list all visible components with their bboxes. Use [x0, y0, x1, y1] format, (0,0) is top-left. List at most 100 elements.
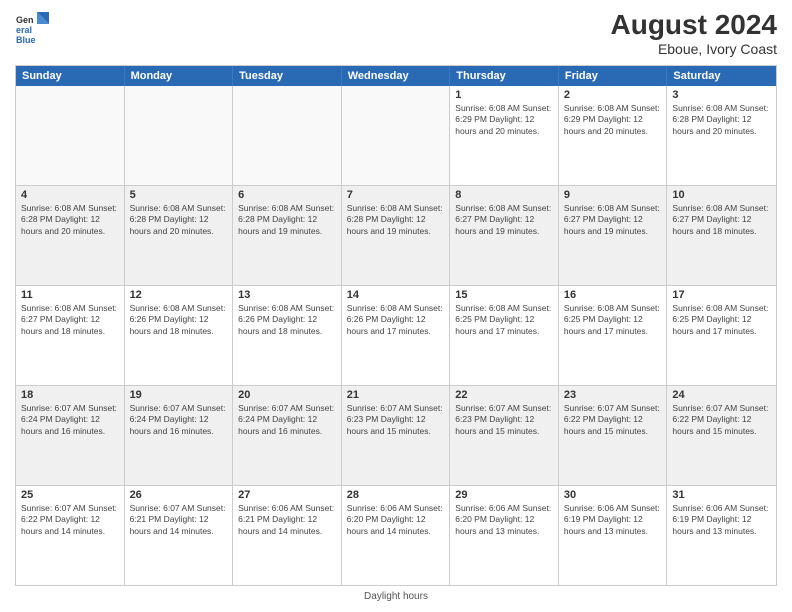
svg-text:eral: eral: [16, 25, 32, 35]
day-detail-22: Sunrise: 6:07 AM Sunset: 6:23 PM Dayligh…: [455, 403, 553, 437]
day-cell-16: 16 Sunrise: 6:08 AM Sunset: 6:25 PM Dayli…: [559, 286, 668, 385]
day-number-14: 14: [347, 289, 445, 301]
day-cell-1: 1Sunrise: 6:08 AM Sunset: 6:29 PM Daylig…: [450, 86, 559, 185]
day-cell-2: 2 Sunrise: 6:08 AM Sunset: 6:29 PM Daylig…: [559, 86, 668, 185]
day-number-13: 13: [238, 289, 336, 301]
day-number-8: 8: [455, 189, 553, 201]
day-number-20: 20: [238, 389, 336, 401]
day-detail-7: Sunrise: 6:08 AM Sunset: 6:28 PM Dayligh…: [347, 203, 445, 237]
subtitle: Eboue, Ivory Coast: [611, 41, 778, 57]
day-cell-18: 18Sunrise: 6:07 AM Sunset: 6:24 PM Dayli…: [16, 386, 125, 485]
day-number-21: 21: [347, 389, 445, 401]
day-detail-11: Sunrise: 6:08 AM Sunset: 6:27 PM Dayligh…: [21, 303, 119, 337]
month-title: August 2024: [611, 10, 778, 41]
day-number-26: 26: [130, 489, 228, 501]
calendar-body: 1Sunrise: 6:08 AM Sunset: 6:29 PM Daylig…: [16, 86, 776, 585]
day-cell-8: 8Sunrise: 6:08 AM Sunset: 6:27 PM Daylig…: [450, 186, 559, 285]
day-cell-25: 25 Sunrise: 6:07 AM Sunset: 6:22 PM Dayli…: [16, 486, 125, 585]
logo-icon: Gen eral Blue: [15, 10, 51, 46]
day-cell-4: 4 Sunrise: 6:08 AM Sunset: 6:28 PM Daylig…: [16, 186, 125, 285]
day-detail-17: Sunrise: 6:08 AM Sunset: 6:25 PM Dayligh…: [672, 303, 771, 337]
day-cell-7: 7 Sunrise: 6:08 AM Sunset: 6:28 PM Daylig…: [342, 186, 451, 285]
day-cell-6: 6 Sunrise: 6:08 AM Sunset: 6:28 PM Daylig…: [233, 186, 342, 285]
header: Gen eral Blue August 2024 Eboue, Ivory C…: [15, 10, 777, 57]
day-number-16: 16: [564, 289, 662, 301]
day-number-31: 31: [672, 489, 771, 501]
week-row-1: 1Sunrise: 6:08 AM Sunset: 6:29 PM Daylig…: [16, 86, 776, 186]
day-cell-11: 11 Sunrise: 6:08 AM Sunset: 6:27 PM Dayli…: [16, 286, 125, 385]
day-number-5: 5: [130, 189, 228, 201]
day-number-18: 18: [21, 389, 119, 401]
day-cell-17: 17Sunrise: 6:08 AM Sunset: 6:25 PM Dayli…: [667, 286, 776, 385]
day-cell-21: 21Sunrise: 6:07 AM Sunset: 6:23 PM Dayli…: [342, 386, 451, 485]
day-number-19: 19: [130, 389, 228, 401]
day-cell-20: 20 Sunrise: 6:07 AM Sunset: 6:24 PM Dayli…: [233, 386, 342, 485]
day-detail-2: Sunrise: 6:08 AM Sunset: 6:29 PM Dayligh…: [564, 103, 662, 137]
day-detail-1: Sunrise: 6:08 AM Sunset: 6:29 PM Dayligh…: [455, 103, 553, 137]
day-cell-19: 19 Sunrise: 6:07 AM Sunset: 6:24 PM Dayli…: [125, 386, 234, 485]
day-detail-20: Sunrise: 6:07 AM Sunset: 6:24 PM Dayligh…: [238, 403, 336, 437]
day-detail-12: Sunrise: 6:08 AM Sunset: 6:26 PM Dayligh…: [130, 303, 228, 337]
day-detail-4: Sunrise: 6:08 AM Sunset: 6:28 PM Dayligh…: [21, 203, 119, 237]
day-detail-10: Sunrise: 6:08 AM Sunset: 6:27 PM Dayligh…: [672, 203, 771, 237]
day-cell-23: 23 Sunrise: 6:07 AM Sunset: 6:22 PM Dayli…: [559, 386, 668, 485]
day-cell-15: 15 Sunrise: 6:08 AM Sunset: 6:25 PM Dayli…: [450, 286, 559, 385]
svg-text:Gen: Gen: [16, 15, 34, 25]
day-number-7: 7: [347, 189, 445, 201]
day-detail-5: Sunrise: 6:08 AM Sunset: 6:28 PM Dayligh…: [130, 203, 228, 237]
day-detail-29: Sunrise: 6:06 AM Sunset: 6:20 PM Dayligh…: [455, 503, 553, 537]
footer-text: Daylight hours: [364, 591, 428, 602]
day-number-23: 23: [564, 389, 662, 401]
day-detail-31: Sunrise: 6:06 AM Sunset: 6:19 PM Dayligh…: [672, 503, 771, 537]
day-number-15: 15: [455, 289, 553, 301]
calendar-header: SundayMondayTuesdayWednesdayThursdayFrid…: [16, 66, 776, 86]
day-number-29: 29: [455, 489, 553, 501]
day-detail-15: Sunrise: 6:08 AM Sunset: 6:25 PM Dayligh…: [455, 303, 553, 337]
day-cell-22: 22 Sunrise: 6:07 AM Sunset: 6:23 PM Dayli…: [450, 386, 559, 485]
day-cell-28: 28 Sunrise: 6:06 AM Sunset: 6:20 PM Dayli…: [342, 486, 451, 585]
day-number-9: 9: [564, 189, 662, 201]
empty-cell-0-0: [16, 86, 125, 185]
day-number-24: 24: [672, 389, 771, 401]
day-detail-24: Sunrise: 6:07 AM Sunset: 6:22 PM Dayligh…: [672, 403, 771, 437]
day-number-30: 30: [564, 489, 662, 501]
day-detail-28: Sunrise: 6:06 AM Sunset: 6:20 PM Dayligh…: [347, 503, 445, 537]
week-row-3: 11 Sunrise: 6:08 AM Sunset: 6:27 PM Dayli…: [16, 286, 776, 386]
day-number-4: 4: [21, 189, 119, 201]
day-number-12: 12: [130, 289, 228, 301]
day-header-friday: Friday: [559, 66, 668, 86]
day-number-3: 3: [672, 89, 771, 101]
day-detail-25: Sunrise: 6:07 AM Sunset: 6:22 PM Dayligh…: [21, 503, 119, 537]
day-cell-26: 26Sunrise: 6:07 AM Sunset: 6:21 PM Dayli…: [125, 486, 234, 585]
svg-text:Blue: Blue: [16, 35, 36, 45]
day-detail-3: Sunrise: 6:08 AM Sunset: 6:28 PM Dayligh…: [672, 103, 771, 137]
empty-cell-0-3: [342, 86, 451, 185]
day-cell-31: 31 Sunrise: 6:06 AM Sunset: 6:19 PM Dayli…: [667, 486, 776, 585]
day-cell-29: 29 Sunrise: 6:06 AM Sunset: 6:20 PM Dayli…: [450, 486, 559, 585]
day-header-saturday: Saturday: [667, 66, 776, 86]
day-cell-24: 24 Sunrise: 6:07 AM Sunset: 6:22 PM Dayli…: [667, 386, 776, 485]
day-cell-14: 14 Sunrise: 6:08 AM Sunset: 6:26 PM Dayli…: [342, 286, 451, 385]
day-number-11: 11: [21, 289, 119, 301]
day-number-2: 2: [564, 89, 662, 101]
title-block: August 2024 Eboue, Ivory Coast: [611, 10, 778, 57]
day-detail-14: Sunrise: 6:08 AM Sunset: 6:26 PM Dayligh…: [347, 303, 445, 337]
day-detail-19: Sunrise: 6:07 AM Sunset: 6:24 PM Dayligh…: [130, 403, 228, 437]
day-detail-16: Sunrise: 6:08 AM Sunset: 6:25 PM Dayligh…: [564, 303, 662, 337]
footer: Daylight hours: [15, 591, 777, 602]
day-number-25: 25: [21, 489, 119, 501]
day-number-28: 28: [347, 489, 445, 501]
day-cell-30: 30Sunrise: 6:06 AM Sunset: 6:19 PM Dayli…: [559, 486, 668, 585]
day-number-22: 22: [455, 389, 553, 401]
day-cell-10: 10Sunrise: 6:08 AM Sunset: 6:27 PM Dayli…: [667, 186, 776, 285]
day-number-6: 6: [238, 189, 336, 201]
empty-cell-0-1: [125, 86, 234, 185]
day-cell-3: 3 Sunrise: 6:08 AM Sunset: 6:28 PM Daylig…: [667, 86, 776, 185]
day-header-wednesday: Wednesday: [342, 66, 451, 86]
calendar: SundayMondayTuesdayWednesdayThursdayFrid…: [15, 65, 777, 586]
empty-cell-0-2: [233, 86, 342, 185]
day-cell-12: 12 Sunrise: 6:08 AM Sunset: 6:26 PM Dayli…: [125, 286, 234, 385]
day-detail-23: Sunrise: 6:07 AM Sunset: 6:22 PM Dayligh…: [564, 403, 662, 437]
day-detail-9: Sunrise: 6:08 AM Sunset: 6:27 PM Dayligh…: [564, 203, 662, 237]
day-detail-6: Sunrise: 6:08 AM Sunset: 6:28 PM Dayligh…: [238, 203, 336, 237]
